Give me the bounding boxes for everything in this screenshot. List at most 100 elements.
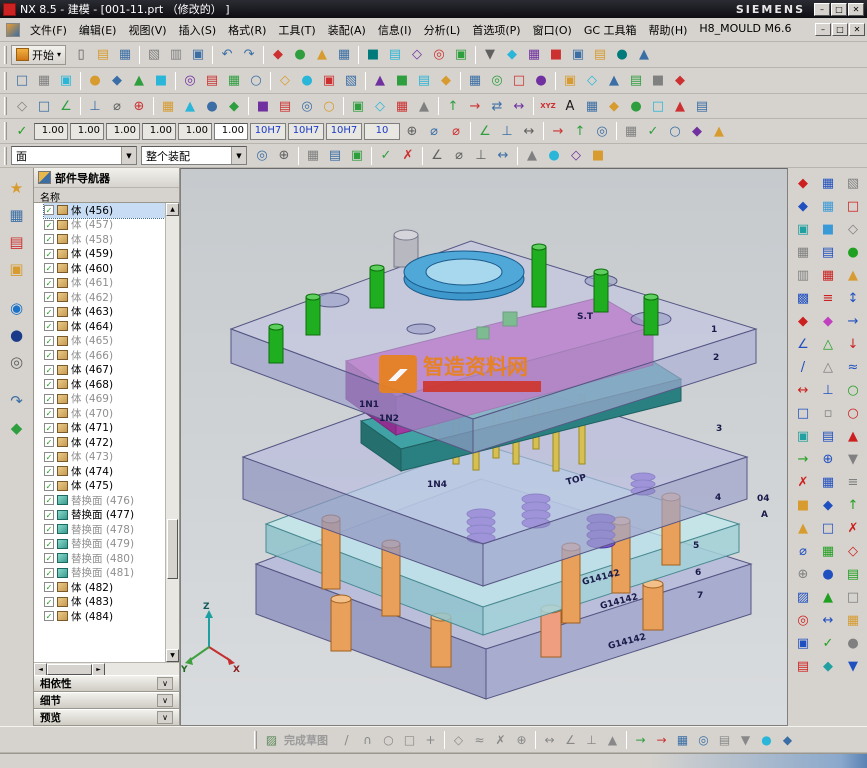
redo-icon[interactable]: ↷ <box>238 44 260 66</box>
feature-23-icon[interactable]: ↑ <box>442 95 464 117</box>
view-11-icon[interactable]: ▦ <box>223 70 245 92</box>
tree-item[interactable]: ✓体 (458) <box>44 232 165 247</box>
palette-40-icon[interactable]: ▦ <box>817 471 839 493</box>
view-22-icon[interactable]: ◆ <box>435 70 457 92</box>
horizontal-scrollbar[interactable]: ◄ ► <box>34 662 179 675</box>
std-26-icon[interactable]: ▣ <box>567 44 589 66</box>
tree-item[interactable]: ✓体 (475) <box>44 479 165 494</box>
palette-65-icon[interactable]: ▼ <box>842 655 864 677</box>
tree-item[interactable]: ✓体 (483) <box>44 595 165 610</box>
tree-item[interactable]: ✓替换面 (478) <box>44 522 165 537</box>
value-input-5[interactable]: 1.00 <box>214 123 248 140</box>
sketch-19-icon[interactable]: ◎ <box>693 729 714 750</box>
checkbox[interactable]: ✓ <box>44 452 54 462</box>
circle-icon[interactable]: ○ <box>378 729 399 750</box>
checkbox[interactable]: ✓ <box>44 336 54 346</box>
select-13-icon[interactable]: ↔ <box>492 145 514 167</box>
std-12-icon[interactable]: ● <box>289 44 311 66</box>
arc-icon[interactable]: ∩ <box>357 729 378 750</box>
scrollbar-thumb[interactable] <box>167 519 178 579</box>
menu-item-3[interactable]: 插入(S) <box>173 20 223 40</box>
feature-10-icon[interactable]: ● <box>201 95 223 117</box>
palette-48-icon[interactable]: ⌀ <box>792 540 814 562</box>
palette-14-icon[interactable]: ▲ <box>842 264 864 286</box>
fit-input-3[interactable]: 10 <box>364 123 400 140</box>
snap-16-icon[interactable]: ▲ <box>708 120 730 142</box>
feature-9-icon[interactable]: ▲ <box>179 95 201 117</box>
checkbox[interactable]: ✓ <box>44 249 54 259</box>
value-input-4[interactable]: 1.00 <box>178 123 212 140</box>
snap-10-icon[interactable]: ◎ <box>591 120 613 142</box>
start-button[interactable]: 开始 ▾ <box>11 45 66 65</box>
feature-13-icon[interactable]: ■ <box>252 95 274 117</box>
checkbox[interactable]: ✓ <box>44 510 54 520</box>
tree-item[interactable]: ✓替换面 (480) <box>44 551 165 566</box>
feature-24-icon[interactable]: → <box>464 95 486 117</box>
palette-51-icon[interactable]: ⊕ <box>792 563 814 585</box>
palette-19-icon[interactable]: ◆ <box>817 310 839 332</box>
maximize-button[interactable]: □ <box>832 23 848 36</box>
feature-2-icon[interactable]: ∠ <box>55 95 77 117</box>
tree-item[interactable]: ✓替换面 (477) <box>44 508 165 523</box>
palette-24-icon[interactable]: / <box>792 356 814 378</box>
palette-0-icon[interactable]: ◆ <box>792 172 814 194</box>
checkbox[interactable]: ✓ <box>44 582 54 592</box>
tree-item[interactable]: ✓体 (482) <box>44 580 165 595</box>
feature-18-icon[interactable]: ▣ <box>347 95 369 117</box>
snap-0-icon[interactable]: ⊕ <box>401 120 423 142</box>
tree-item[interactable]: ✓体 (471) <box>44 421 165 436</box>
palette-22-icon[interactable]: △ <box>817 333 839 355</box>
snap-14-icon[interactable]: ○ <box>664 120 686 142</box>
std-27-icon[interactable]: ▤ <box>589 44 611 66</box>
checkbox[interactable]: ✓ <box>44 553 54 563</box>
sketch-21-icon[interactable]: ▼ <box>735 729 756 750</box>
scroll-up-icon[interactable]: ▲ <box>166 203 179 216</box>
palette-30-icon[interactable]: □ <box>792 402 814 424</box>
std-11-icon[interactable]: ◆ <box>267 44 289 66</box>
view-4-icon[interactable]: ● <box>84 70 106 92</box>
select-5-icon[interactable]: ▣ <box>346 145 368 167</box>
std-29-icon[interactable]: ▲ <box>633 44 655 66</box>
view-20-icon[interactable]: ■ <box>391 70 413 92</box>
view-0-icon[interactable]: □ <box>11 70 33 92</box>
view-24-icon[interactable]: ▦ <box>464 70 486 92</box>
open-icon[interactable]: ▤ <box>92 44 114 66</box>
select-4-icon[interactable]: ▤ <box>324 145 346 167</box>
checkbox[interactable]: ✓ <box>44 220 54 230</box>
name-column-header[interactable]: 名称 <box>34 188 179 203</box>
view-16-icon[interactable]: ▣ <box>318 70 340 92</box>
toolbar-grip[interactable] <box>254 731 257 749</box>
fit-input-1[interactable]: 10H7 <box>288 123 324 140</box>
feature-6-icon[interactable]: ⊕ <box>128 95 150 117</box>
chevron-down-icon[interactable]: ∨ <box>157 677 173 690</box>
checkbox[interactable]: ✓ <box>44 263 54 273</box>
close-button[interactable]: ✕ <box>849 23 865 36</box>
value-input-0[interactable]: 1.00 <box>34 123 68 140</box>
palette-35-icon[interactable]: ▲ <box>842 425 864 447</box>
copy-icon[interactable]: ▥ <box>165 44 187 66</box>
view-25-icon[interactable]: ◎ <box>486 70 508 92</box>
feature-34-icon[interactable]: ▲ <box>669 95 691 117</box>
checkbox[interactable]: ✓ <box>44 278 54 288</box>
palette-23-icon[interactable]: ↓ <box>842 333 864 355</box>
palette-53-icon[interactable]: ▤ <box>842 563 864 585</box>
tree-item[interactable]: ✓体 (459) <box>44 247 165 262</box>
sketch-20-icon[interactable]: ▤ <box>714 729 735 750</box>
feature-33-icon[interactable]: □ <box>647 95 669 117</box>
view-7-icon[interactable]: ■ <box>150 70 172 92</box>
palette-60-icon[interactable]: ▣ <box>792 632 814 654</box>
tree-item[interactable]: ✓体 (484) <box>44 609 165 624</box>
offset-icon[interactable]: ▲ <box>602 729 623 750</box>
palette-25-icon[interactable]: △ <box>817 356 839 378</box>
palette-46-icon[interactable]: □ <box>817 517 839 539</box>
chevron-down-icon[interactable]: ∨ <box>157 694 173 707</box>
std-18-icon[interactable]: ◇ <box>406 44 428 66</box>
tree-item[interactable]: ✓体 (470) <box>44 406 165 421</box>
std-24-icon[interactable]: ▦ <box>523 44 545 66</box>
palette-43-icon[interactable]: ◆ <box>817 494 839 516</box>
tree-item[interactable]: ✓替换面 (481) <box>44 566 165 581</box>
menu-item-8[interactable]: 分析(L) <box>418 20 467 40</box>
palette-58-icon[interactable]: ↔ <box>817 609 839 631</box>
vertical-scrollbar[interactable]: ▲ ▼ <box>165 203 179 662</box>
checkbox[interactable]: ✓ <box>44 321 54 331</box>
